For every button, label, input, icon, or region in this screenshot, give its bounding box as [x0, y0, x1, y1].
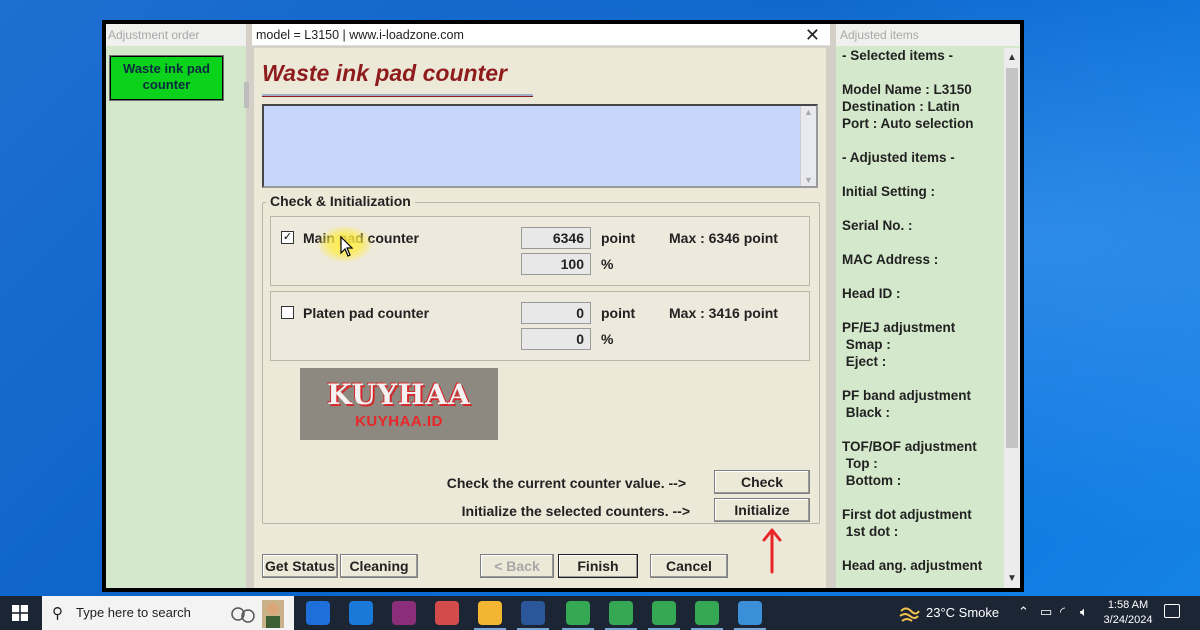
red-arrow-annotation	[762, 528, 782, 574]
watermark-big-text: KUYHAA	[327, 378, 471, 411]
adjusted-items-line: Black :	[842, 405, 891, 420]
adjusted-items-line: Destination : Latin	[842, 99, 960, 114]
clock-time: 1:58 AM	[1107, 599, 1149, 611]
main-pad-percent-unit: %	[601, 256, 614, 272]
message-box-scrollbar[interactable]: ▲ ▼	[800, 106, 816, 186]
scroll-up-icon[interactable]: ▲	[1007, 52, 1017, 63]
chrome-profile-a-icon[interactable]	[609, 601, 633, 625]
battery-icon[interactable]: ▭	[1040, 604, 1052, 620]
adjusted-items-line: - Selected items -	[842, 48, 954, 63]
check-init-group-title: Check & Initialization	[266, 193, 415, 209]
adjusted-items-line: 1st dot :	[842, 524, 899, 539]
weather-smoke-icon[interactable]	[898, 603, 920, 623]
check-button[interactable]: Check	[714, 470, 810, 494]
main-pad-checkbox[interactable]: ✓	[281, 231, 294, 244]
chrome-profile-b-icon[interactable]	[652, 601, 676, 625]
platen-pad-max: Max : 3416 point	[669, 305, 778, 321]
search-input[interactable]	[76, 605, 216, 620]
file-explorer-icon[interactable]	[478, 601, 502, 625]
platen-pad-label: Platen pad counter	[303, 305, 430, 321]
mail-icon[interactable]	[349, 601, 373, 625]
adjusted-items-line: Head ang. adjustment	[842, 558, 983, 573]
main-pad-point-unit: point	[601, 230, 636, 246]
chrome-icon[interactable]	[566, 601, 590, 625]
adjusted-items-line: Serial No. :	[842, 218, 913, 233]
main-pad-max: Max : 6346 point	[669, 230, 778, 246]
platen-pad-point-unit: point	[601, 305, 636, 321]
adjusted-items-line: Smap :	[842, 337, 891, 352]
adjustment-order-item-waste-ink[interactable]: Waste ink pad counter	[109, 55, 224, 101]
adjusted-items-line: Port : Auto selection	[842, 116, 974, 131]
adjusted-items-pane: Adjusted items - Selected items - Model N…	[836, 24, 1020, 588]
clock-date: 3/24/2024	[1103, 614, 1153, 626]
adjustment-order-pane: Adjustment order Waste ink pad counter	[106, 24, 249, 588]
adjusted-items-line: MAC Address :	[842, 252, 939, 267]
check-hint: Check the current counter value. -->	[446, 475, 686, 491]
paint-icon[interactable]	[435, 601, 459, 625]
taskbar-clock[interactable]: 1:58 AM 3/24/2024	[1100, 598, 1156, 628]
winrar-icon[interactable]	[392, 601, 416, 625]
word-icon[interactable]	[521, 601, 545, 625]
finish-button[interactable]: Finish	[558, 554, 638, 578]
cancel-button[interactable]: Cancel	[650, 554, 728, 578]
adjusted-items-line: - Adjusted items -	[842, 150, 955, 165]
windows-start-icon[interactable]	[12, 605, 28, 621]
adjusted-items-line: Head ID :	[842, 286, 901, 301]
notification-icon[interactable]	[1164, 604, 1180, 618]
close-icon[interactable]: ✕	[805, 25, 820, 46]
search-icon: ⚲	[52, 605, 63, 622]
adjusted-items-header: Adjusted items	[836, 24, 1020, 46]
initialize-button[interactable]: Initialize	[714, 498, 810, 522]
adjusted-items-line: Top :	[842, 456, 878, 471]
watermark-logo: KUYHAA KUYHAA.ID	[300, 368, 498, 440]
platen-pad-percent-field: 0	[521, 328, 591, 350]
chrome-profile-k-icon[interactable]	[695, 601, 719, 625]
scrollbar-thumb[interactable]	[1006, 68, 1018, 448]
adjusted-items-line: PF band adjustment	[842, 388, 972, 403]
adjusted-items-line: PF/EJ adjustment	[842, 320, 956, 335]
mouse-pointer-icon	[340, 236, 354, 257]
taskbar-search-box[interactable]: ⚲	[42, 596, 294, 630]
chevron-up-icon[interactable]: ⌃	[1018, 604, 1029, 620]
weather-text[interactable]: 23°C Smoke	[926, 605, 999, 620]
main-pad-percent-field: 100	[521, 253, 591, 275]
control-panel-icon[interactable]	[738, 601, 762, 625]
search-highlight-art-icon	[231, 600, 284, 628]
dialog-title: model = L3150 | www.i-loadzone.com	[256, 28, 464, 42]
get-status-button[interactable]: Get Status	[262, 554, 338, 578]
back-button[interactable]: < Back	[480, 554, 554, 578]
cleaning-button[interactable]: Cleaning	[340, 554, 418, 578]
scroll-up-icon[interactable]: ▲	[804, 107, 813, 117]
adjusted-items-line: First dot adjustment	[842, 507, 972, 522]
adjusted-items-line: TOF/BOF adjustment	[842, 439, 977, 454]
adjusted-items-scrollbar[interactable]: ▲ ▼	[1004, 48, 1020, 588]
network-icon[interactable]: ◜	[1060, 604, 1065, 620]
volume-icon[interactable]: 🔈︎	[1080, 604, 1088, 620]
platen-pad-checkbox[interactable]	[281, 306, 294, 319]
left-pane-scrollbar[interactable]	[244, 82, 249, 108]
watermark-small-text: KUYHAA.ID	[355, 413, 443, 430]
adjusted-items-line: Bottom :	[842, 473, 902, 488]
platen-pad-section: Platen pad counter 0 point Max : 3416 po…	[270, 291, 810, 361]
message-box: ▲ ▼	[262, 104, 818, 188]
dialog-heading: Waste ink pad counter	[262, 60, 507, 86]
adjusted-items-line: Initial Setting :	[842, 184, 935, 199]
scroll-down-icon[interactable]: ▼	[804, 175, 813, 185]
taskbar: ⚲ 23°C Smoke ⌃ ▭ ◜ 🔈︎ 1:58 AM 3/24/2024	[0, 596, 1200, 630]
adjustment-order-header: Adjustment order	[106, 24, 246, 46]
adjusted-items-line: Model Name : L3150	[842, 82, 972, 97]
platen-pad-point-field: 0	[521, 302, 591, 324]
store-icon[interactable]	[306, 601, 330, 625]
initialize-hint: Initialize the selected counters. -->	[461, 503, 690, 519]
platen-pad-percent-unit: %	[601, 331, 614, 347]
heading-underline	[262, 94, 533, 97]
dialog-titlebar: model = L3150 | www.i-loadzone.com ✕	[252, 24, 830, 46]
main-pad-point-field: 6346	[521, 227, 591, 249]
scroll-down-icon[interactable]: ▼	[1007, 573, 1017, 584]
adjusted-items-line: Eject :	[842, 354, 887, 369]
